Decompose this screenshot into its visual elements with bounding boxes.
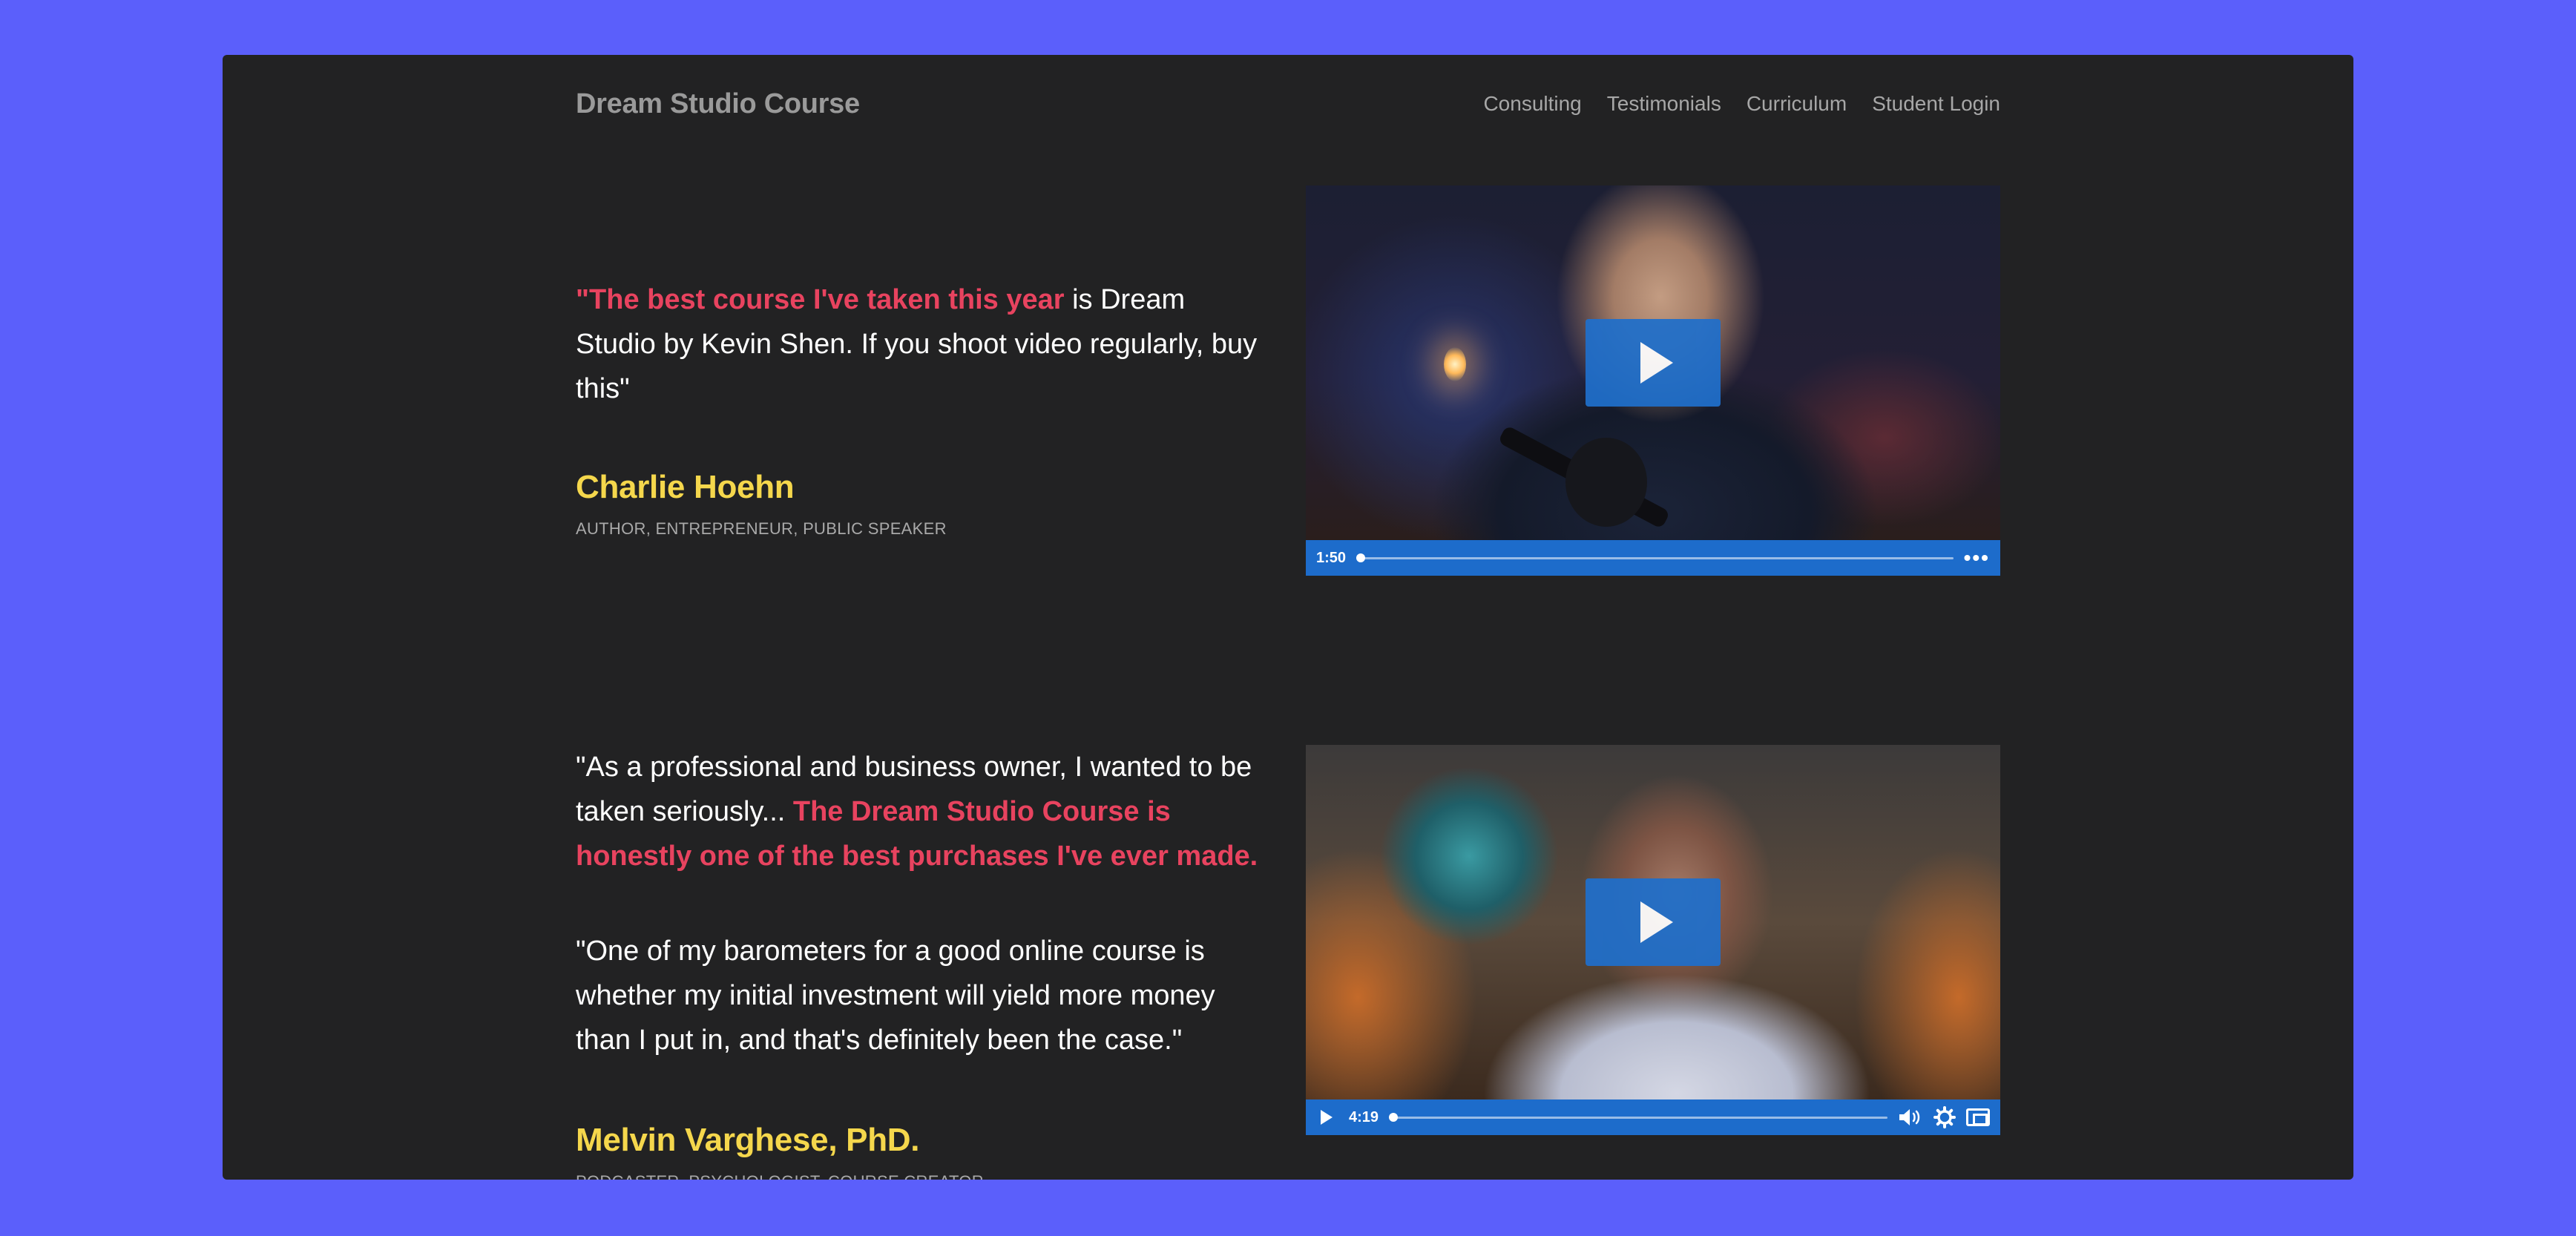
progress-knob[interactable]	[1356, 553, 1366, 562]
testimonial-quote: "The best course I've taken this year is…	[576, 277, 1266, 411]
site-brand[interactable]: Dream Studio Course	[576, 88, 860, 120]
testimonial-quote-secondary: "One of my barometers for a good online …	[576, 936, 1215, 1056]
video-duration: 1:50	[1316, 549, 1347, 566]
testimonial-quote: "As a professional and business owner, I…	[576, 745, 1266, 878]
progress-bar[interactable]	[1389, 1112, 1887, 1122]
settings-icon[interactable]	[1933, 1106, 1956, 1128]
play-icon	[1640, 342, 1673, 384]
nav-link-consulting[interactable]: Consulting	[1483, 92, 1581, 116]
video-player[interactable]: 1:50 •••	[1306, 185, 2000, 576]
testimonial-name: Charlie Hoehn	[576, 469, 795, 505]
testimonial-name: Melvin Varghese, PhD.	[576, 1122, 920, 1158]
video-controls: 1:50 •••	[1306, 540, 2000, 576]
testimonial-role: AUTHOR, ENTREPRENEUR, PUBLIC SPEAKER	[576, 519, 947, 538]
quote-highlight: "The best course I've taken this year	[576, 284, 1065, 315]
nav-link-student-login[interactable]: Student Login	[1872, 92, 2000, 116]
volume-icon[interactable]	[1898, 1108, 1923, 1127]
more-options-icon[interactable]: •••	[1964, 548, 1990, 568]
video-thumbnail[interactable]	[1306, 745, 2000, 1099]
play-icon[interactable]	[1321, 1110, 1333, 1125]
nav-links: Consulting Testimonials Curriculum Stude…	[1483, 92, 2000, 116]
content-container: Dream Studio Course Consulting Testimoni…	[576, 55, 2000, 1180]
video-thumbnail[interactable]	[1306, 185, 2000, 540]
progress-knob[interactable]	[1389, 1112, 1399, 1122]
nav-link-testimonials[interactable]: Testimonials	[1607, 92, 1721, 116]
play-button[interactable]	[1586, 319, 1721, 407]
lamp-light	[1444, 347, 1466, 381]
top-nav: Dream Studio Course Consulting Testimoni…	[576, 82, 2000, 126]
video-duration: 4:19	[1349, 1108, 1379, 1125]
play-icon	[1640, 901, 1673, 943]
nav-link-curriculum[interactable]: Curriculum	[1747, 92, 1847, 116]
fullscreen-icon[interactable]	[1966, 1108, 1990, 1126]
page-panel: Dream Studio Course Consulting Testimoni…	[223, 55, 2353, 1180]
testimonial-role: PODCASTER, PSYCHOLOGIST, COURSE CREATOR	[576, 1172, 984, 1180]
progress-bar[interactable]	[1356, 553, 1954, 562]
microphone	[1565, 438, 1647, 527]
play-button[interactable]	[1586, 878, 1721, 966]
video-player[interactable]: 4:19	[1306, 745, 2000, 1135]
video-controls: 4:19	[1306, 1099, 2000, 1135]
